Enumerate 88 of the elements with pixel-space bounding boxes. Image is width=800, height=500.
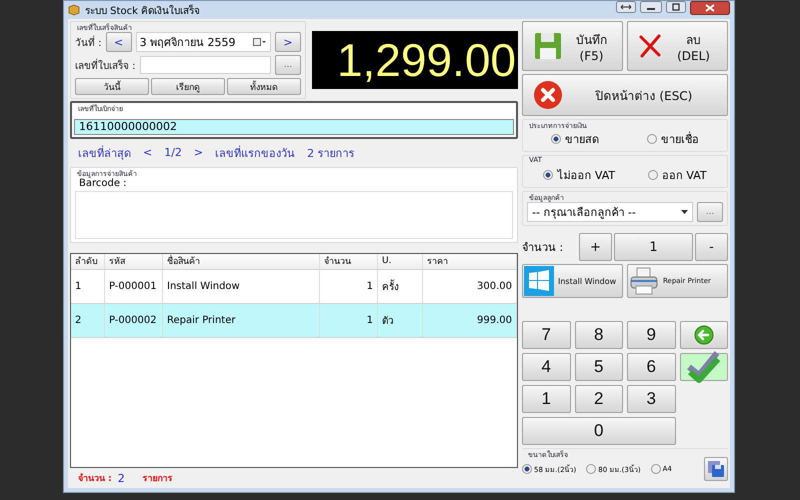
close-window-button[interactable]: ปิดหน้าต่าง (ESC)	[522, 74, 728, 116]
first-of-day-link[interactable]: เลขที่แรกของวัน	[215, 144, 296, 162]
window-title: ระบบ Stock คิดเงินใบเสร็จ	[85, 3, 200, 18]
table-cell: P-000001	[105, 270, 163, 302]
save-settings-button[interactable]	[704, 457, 728, 481]
radio-option[interactable]: ขายสด	[551, 130, 599, 148]
save-button[interactable]: บันทึก (F5)	[522, 21, 623, 71]
printer-icon	[629, 266, 659, 296]
column-header[interactable]: รหัส	[105, 254, 163, 268]
table-row[interactable]: 2 P-000002 Repair Printer 1 ตัว 999.00	[71, 304, 517, 338]
date-picker[interactable]: 3 พฤศจิกายน 2559	[136, 32, 271, 52]
quantity-field[interactable]: 1	[614, 233, 693, 261]
number-key[interactable]: 8	[574, 321, 623, 349]
column-header[interactable]: U.	[378, 254, 423, 268]
radio-label: ไม่ออก VAT	[557, 168, 616, 184]
table-cell: 1	[71, 270, 105, 302]
quantity-label: จำนวน :	[522, 240, 564, 256]
number-key[interactable]: 9	[627, 321, 676, 349]
filter-button[interactable]: เรียกดู	[151, 78, 225, 95]
number-key[interactable]: 2	[574, 385, 623, 413]
table-cell: 999.00	[423, 304, 517, 336]
minimize-icon[interactable]	[640, 1, 662, 13]
radio-option[interactable]: ไม่ออก VAT	[543, 166, 616, 184]
latest-link[interactable]: เลขที่ล่าสุด	[78, 144, 131, 162]
count-value: 2	[118, 472, 125, 484]
table-cell: ตัว	[378, 304, 423, 336]
radio-option[interactable]: ขายเชื่อ	[647, 130, 699, 148]
customer-dropdown[interactable]: -- กรุณาเลือกลูกค้า --	[527, 202, 693, 222]
filter-button[interactable]: วันนี้	[75, 78, 149, 95]
browse-button[interactable]: ...	[697, 202, 723, 222]
table-cell: ครั้ง	[378, 270, 423, 302]
x-icon	[638, 34, 662, 58]
radio-option[interactable]: ออก VAT	[648, 166, 707, 184]
column-header[interactable]: ลำดับ	[71, 254, 105, 268]
browse-button[interactable]: ...	[275, 55, 301, 75]
minus-button[interactable]: -	[695, 233, 728, 261]
table-cell: Install Window	[163, 270, 320, 302]
number-key[interactable]: 4	[522, 353, 570, 381]
table-cell: 300.00	[423, 270, 517, 302]
table-cell: P-000002	[105, 304, 163, 336]
floppy-icon	[707, 460, 725, 478]
receipt-number-field[interactable]	[140, 56, 271, 74]
calendar-icon	[253, 37, 267, 47]
number-key[interactable]: 3	[627, 385, 676, 413]
receipt-number-label: เลขที่ใบเสร็จ :	[75, 58, 136, 72]
maximize-icon[interactable]	[666, 1, 686, 13]
item-count: 2 รายการ	[307, 146, 355, 162]
number-key[interactable]: 0	[522, 417, 676, 445]
windows-icon	[524, 266, 554, 296]
radio-label: ขายสด	[565, 132, 599, 148]
barcode-field[interactable]	[75, 190, 513, 238]
count-unit: รายการ	[142, 473, 173, 485]
checkmark-icon	[686, 351, 721, 383]
column-header[interactable]: จำนวน	[320, 254, 378, 268]
total-display: 1,299.00	[312, 31, 518, 89]
table-cell: 1	[320, 270, 378, 302]
number-key[interactable]: 5	[574, 353, 623, 381]
floppy-icon	[533, 31, 563, 61]
confirm-button[interactable]	[680, 353, 728, 381]
previous-link[interactable]: <	[143, 146, 152, 159]
number-key[interactable]: 1	[522, 385, 570, 413]
date-label: วันที่ :	[75, 34, 102, 50]
caret-icon	[681, 210, 688, 214]
count-label: จำนวน :	[78, 472, 112, 485]
next-link[interactable]: >	[194, 146, 204, 159]
close-icon[interactable]	[690, 1, 730, 15]
product-button[interactable]: Install Window	[522, 264, 623, 298]
column-header[interactable]: ราคา	[423, 254, 517, 268]
barcode-label: Barcode :	[79, 178, 127, 188]
radio-label: ออก VAT	[662, 168, 707, 184]
close-icon	[533, 80, 563, 110]
table-cell: 1	[320, 304, 378, 336]
number-key[interactable]: 6	[627, 353, 676, 381]
page-indicator: 1/2	[164, 146, 182, 159]
previous-button[interactable]: <	[106, 32, 132, 52]
withdraw-number-field[interactable]: 16110000000002	[74, 118, 514, 134]
radio-label: ขายเชื่อ	[661, 130, 699, 148]
plus-button[interactable]: +	[579, 233, 612, 261]
number-key[interactable]: 7	[522, 321, 570, 349]
delete-button[interactable]: ลบ (DEL)	[627, 21, 728, 71]
box-icon	[68, 4, 80, 16]
backspace-button[interactable]	[680, 321, 728, 349]
resize-icon[interactable]	[616, 1, 636, 13]
next-button[interactable]: >	[275, 32, 301, 52]
table-cell: Repair Printer	[163, 304, 320, 336]
filter-button[interactable]: ทั้งหมด	[227, 78, 301, 95]
column-header[interactable]: ชื่อสินค้า	[163, 254, 320, 268]
table-cell: 2	[71, 304, 105, 336]
